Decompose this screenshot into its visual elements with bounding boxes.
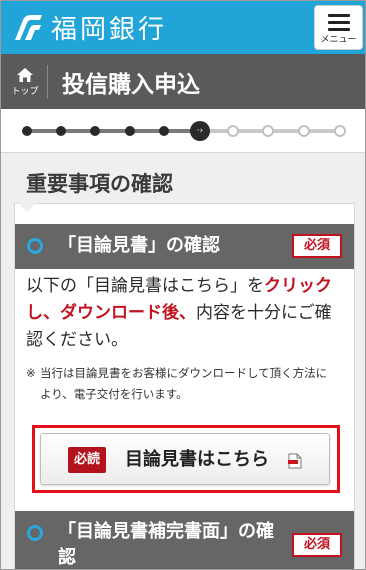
page-title-bar: トップ 投信購入申込	[1, 54, 365, 109]
bank-logo-icon	[15, 15, 42, 40]
card-notch	[18, 203, 36, 212]
title-divider	[47, 65, 48, 99]
progress-step-8	[262, 125, 274, 137]
progress-step-3	[90, 126, 100, 136]
note-mark: ※	[26, 366, 36, 380]
progress-track-completed	[28, 129, 200, 133]
section-title: 重要事項の確認	[26, 172, 173, 196]
home-label: トップ	[11, 87, 39, 97]
required-badge: 必須	[292, 533, 342, 557]
instruction-part1: 以下の「目論見書はこちら」を	[26, 276, 264, 296]
pdf-file-icon	[288, 453, 302, 469]
disclosure-note: ※ 当行は目論見書をお客様にダウンロードして頂く方法により、電子交付を行います。	[26, 363, 336, 405]
menu-button[interactable]: メニュー	[314, 5, 363, 50]
progress-step-10	[334, 125, 346, 137]
app-header: 福岡銀行 メニュー	[1, 1, 365, 54]
required-badge: 必須	[292, 234, 342, 258]
note-text: 当行は目論見書をお客様にダウンロードして頂く方法により、電子交付を行います。	[40, 366, 328, 401]
must-read-tag: 必読	[68, 447, 106, 473]
prospectus-button-label: 目論見書はこちら	[125, 449, 269, 470]
item-header-prospectus: 「目論見書」の確認 必須	[15, 224, 354, 269]
item-title: 「目論見書」の確認	[58, 235, 220, 256]
progress-step-7	[227, 125, 239, 137]
progress-step-9	[298, 125, 310, 137]
menu-label: メニュー	[320, 35, 357, 45]
progress-step-2	[56, 126, 66, 136]
progress-indicator: ·›	[1, 109, 365, 153]
circle-icon	[27, 238, 43, 254]
progress-step-5	[159, 126, 169, 136]
prospectus-download-button[interactable]: 必読 目論見書はこちら	[40, 433, 330, 485]
bank-logo[interactable]: 福岡銀行	[11, 9, 167, 45]
home-icon	[17, 68, 33, 82]
item-title: 「目論見書補完書面」の確認	[58, 521, 274, 568]
progress-step-current: ·›	[190, 121, 210, 141]
circle-icon	[27, 525, 43, 541]
item-header-supplement: 「目論見書補完書面」の確認 必須	[15, 511, 354, 569]
screen: 福岡銀行 メニュー トップ 投信購入申込 ·› 重要事項の確認 「目論見書」の確…	[0, 0, 366, 570]
page-title: 投信購入申込	[62, 72, 200, 98]
instruction-text: 以下の「目論見書はこちら」をクリックし、ダウンロード後、内容を十分にご確認くださ…	[26, 273, 346, 354]
bank-name: 福岡銀行	[51, 14, 168, 45]
progress-step-1	[22, 126, 32, 136]
home-button[interactable]: トップ	[7, 67, 43, 99]
progress-step-4	[125, 126, 135, 136]
